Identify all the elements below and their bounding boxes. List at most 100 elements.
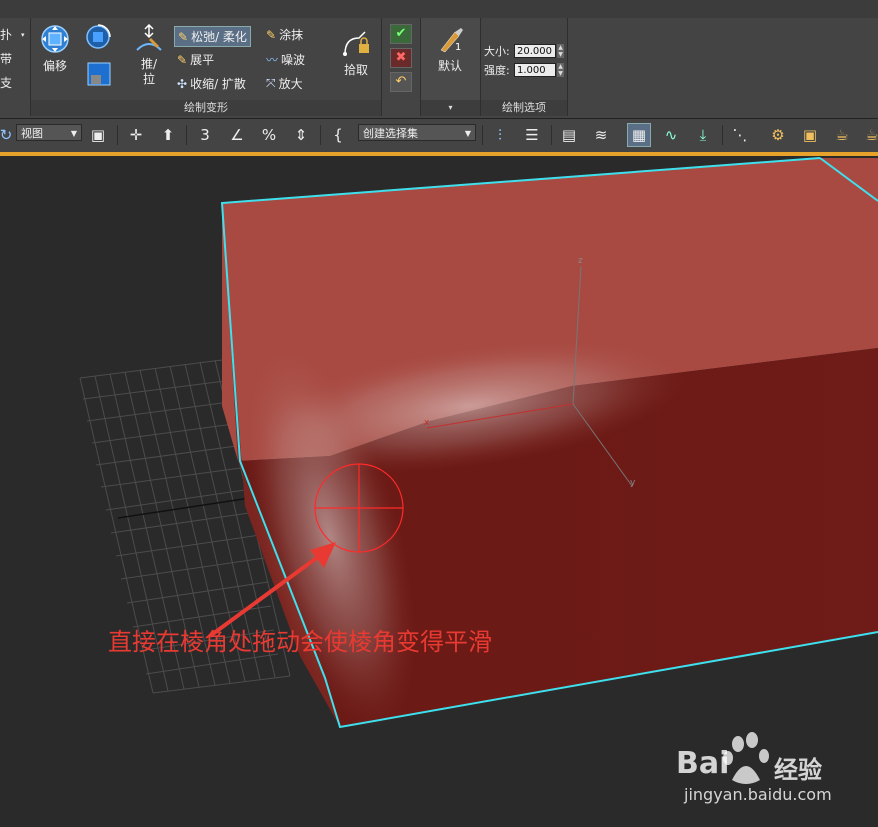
align-icon: ☰ [525, 126, 539, 144]
strength-label: 强度: [484, 64, 510, 77]
pick-button[interactable]: 拾取 [334, 30, 378, 78]
dropdown-arrow-icon: ▼ [464, 129, 471, 138]
paint-brush-cursor [314, 463, 404, 553]
box-icon [87, 62, 111, 86]
dope-sheet-button[interactable]: ⤓ [691, 123, 715, 147]
angle-snap-button[interactable]: ∠ [225, 123, 249, 147]
snaps-toggle-button[interactable]: 3 [193, 123, 217, 147]
flatten-label: 展平 [190, 53, 215, 67]
pick-path-icon [343, 31, 369, 56]
toolbar-separator [551, 125, 552, 145]
default-brush-button[interactable]: 1 默认 [427, 26, 473, 74]
size-input[interactable] [514, 44, 556, 58]
smudge-button[interactable]: ✎ 涂抹 [266, 26, 303, 43]
named-selection-icon: { [333, 126, 343, 144]
dropdown-arrow-icon: ▾ [448, 103, 453, 112]
pick-label: 拾取 [343, 63, 368, 77]
view-combo-label: 视图 [21, 127, 43, 140]
strength-spinner-arrows[interactable]: ▲ ▼ [557, 63, 564, 77]
contract-expand-button[interactable]: ✣ 收缩/ 扩散 [177, 75, 246, 92]
download-tray-icon: ⤓ [699, 126, 707, 144]
percent-snap-button[interactable]: % [257, 123, 281, 147]
toolbar-separator [482, 125, 483, 145]
paint-options-title: 绘制选项 [481, 100, 567, 116]
cut-item-1-label: 扑 [0, 28, 13, 42]
revert-button[interactable]: ↶ [390, 72, 412, 92]
default-label: 默认 [437, 59, 462, 73]
default-dropdown-button[interactable]: ▾ [421, 100, 480, 116]
baidu-paw-icon [723, 732, 769, 784]
contract-expand-label: 收缩/ 扩散 [190, 77, 246, 91]
cancel-x-button[interactable]: ✖ [390, 48, 412, 68]
keyboard-shortcut-override-button[interactable]: ⬆ [156, 123, 180, 147]
layers-icon: ≋ [594, 126, 608, 144]
pivot-center-button[interactable]: ▣ [86, 123, 110, 147]
rendered-frame-window-button[interactable]: ▣ [798, 123, 822, 147]
axis-z-label: z [578, 256, 583, 266]
snap-3d-icon: 3 [200, 126, 210, 144]
box-brush-button[interactable] [85, 62, 113, 89]
render-setup-button[interactable]: ⚙ [766, 123, 790, 147]
grid-axis-line [117, 497, 251, 519]
axis-y-label: y [630, 478, 636, 488]
offset-label: 偏移 [42, 59, 67, 73]
select-manipulate-button[interactable]: ✛ [124, 123, 148, 147]
scene-explorer-button[interactable]: ▤ [557, 123, 581, 147]
cross-icon: ✖ [395, 50, 407, 65]
schematic-icon: ⋱ [732, 126, 748, 144]
dropdown-arrow-icon: ▾ [21, 30, 25, 39]
ribbon-tab-strip [0, 0, 878, 18]
teapot-icon: ☕ [865, 126, 878, 144]
toolbar-separator [117, 125, 118, 145]
offset-button[interactable]: 偏移 [37, 24, 73, 74]
strength-input[interactable] [514, 63, 556, 77]
toolbar-separator [722, 125, 723, 145]
angle-snap-icon: ∠ [230, 126, 244, 144]
offset-icon [41, 25, 69, 53]
main-toolbar: ↻ 视图 ▼ ▣ ✛ ⬆ 3 ∠ % ⇕ { 创建选择集 ▼ ⫶ ☰ ▤ ≋ ▦… [0, 119, 878, 153]
panel-paint-deform: 偏移 推/ 拉 ✎ 松弛/ 柔化 ✎ 展平 ✣ 收缩/ 扩散 ✎ 涂抹 〰 噪波… [31, 18, 382, 116]
size-spinner-arrows[interactable]: ▲ ▼ [557, 44, 564, 58]
cut-item-2[interactable]: 带 [0, 50, 12, 67]
cut-item-3-label: 支 [0, 76, 13, 90]
render-production-button[interactable]: ☕ [830, 123, 854, 147]
schematic-view-button[interactable]: ⋱ [728, 123, 752, 147]
paint-brush-icon: 1 [440, 28, 463, 53]
spinner-snap-button[interactable]: ⇕ [289, 123, 313, 147]
cut-item-3[interactable]: 支 [0, 74, 12, 91]
edit-named-selection-button[interactable]: { [326, 123, 350, 147]
mirror-button[interactable]: ⫶ [488, 123, 512, 147]
render-iterative-button[interactable]: ☕ [860, 123, 878, 147]
toolbar-separator [186, 125, 187, 145]
align-button[interactable]: ☰ [520, 123, 544, 147]
percent-snap-icon: % [261, 126, 277, 144]
rotate-brush-button[interactable] [83, 24, 113, 53]
teapot-frame-icon: ▣ [802, 126, 818, 144]
ribbon-icon: ▦ [631, 126, 647, 144]
curve-icon: ∿ [664, 126, 678, 144]
undo-arrow-icon: ↶ [395, 74, 407, 89]
selection-set-combo-label: 创建选择集 [363, 127, 418, 140]
flatten-button[interactable]: ✎ 展平 [177, 51, 214, 68]
upload-box-icon: ⬆ [161, 126, 175, 144]
ribbon-toggle-button[interactable]: ▦ [627, 123, 651, 147]
noise-wave-icon: 〰 [266, 53, 279, 67]
ribbon: 扑 ▾ 带 支 偏移 推/ 拉 ✎ 松弛/ 柔化 ✎ 展平 ✣ 收缩/ 扩散 ✎… [0, 0, 878, 119]
reference-coordinate-combo[interactable]: 视图 ▼ [16, 124, 82, 141]
perspective-viewport[interactable]: z x y 直接在棱角处拖动会使棱角变得平滑 Bai 经验 jingyan.ba… [0, 156, 878, 827]
brush-icon: ✎ [178, 29, 189, 44]
rotate-cube-icon [86, 24, 111, 49]
crosshair-move-icon: ✛ [129, 126, 143, 144]
mirror-icon: ⫶ [498, 126, 502, 144]
named-selection-set-combo[interactable]: 创建选择集 ▼ [358, 124, 476, 141]
cut-item-1[interactable]: 扑 ▾ [0, 26, 25, 43]
panel-brush-default: 1 默认 ▾ [421, 18, 481, 116]
strength-spinner: 强度: ▲▼ [484, 62, 564, 78]
exaggerate-button[interactable]: ⤧ 放大 [266, 75, 303, 92]
push-pull-button[interactable]: 推/ 拉 [129, 23, 169, 87]
layer-explorer-button[interactable]: ≋ [589, 123, 613, 147]
commit-check-button[interactable]: ✔ [390, 24, 412, 44]
curve-editor-button[interactable]: ∿ [659, 123, 683, 147]
relax-soften-button[interactable]: ✎ 松弛/ 柔化 [174, 26, 251, 47]
noise-button[interactable]: 〰 噪波 [266, 51, 305, 68]
